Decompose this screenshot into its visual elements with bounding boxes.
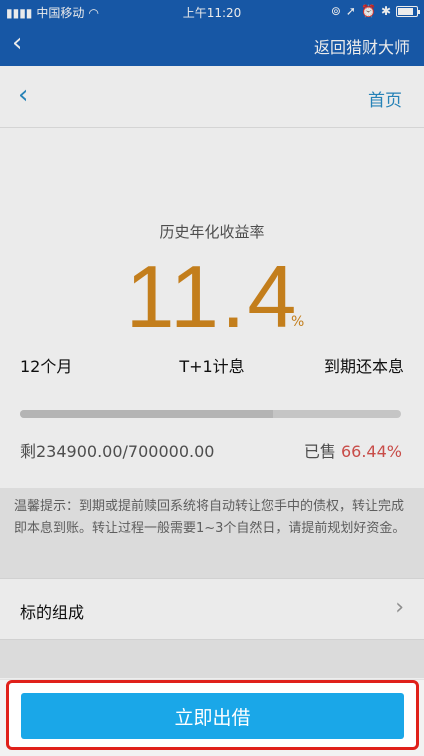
product-card: 历史年化收益率 11.4 % 12个月 T+1计息 到期还本息 剩234900.… — [0, 128, 424, 488]
rate-label: 历史年化收益率 — [159, 223, 265, 241]
sale-progress-bar — [20, 410, 401, 418]
rate-value: 11.4 — [125, 247, 299, 346]
home-link[interactable]: 首页 — [368, 86, 402, 111]
location-icon: ➚ — [345, 4, 356, 18]
repayment-method: 到期还本息 — [323, 357, 404, 376]
cta-highlight: 立即出借 — [6, 680, 419, 750]
section-gap — [0, 640, 424, 680]
sale-progress-fill — [20, 410, 274, 418]
warm-tip: 温馨提示：到期或提前赎回系统将自动转让您手中的债权，转让完成即本息到账。转让过程… — [0, 488, 424, 578]
sub-back-chevron-icon[interactable]: ‹ — [18, 80, 28, 110]
chevron-right-icon: › — [395, 595, 404, 620]
back-chevron-icon[interactable]: ‹ — [12, 28, 22, 58]
status-right: ⊚ ➚ ⏰ ✱ — [330, 4, 420, 18]
sold-label: 已售 — [303, 442, 336, 461]
return-link[interactable]: 返回猎财大师 — [314, 34, 410, 58]
terms-row: 12个月 T+1计息 到期还本息 — [20, 353, 404, 377]
composition-row[interactable]: 标的组成 › — [0, 578, 424, 640]
sold-status: 已售 66.44% — [304, 438, 402, 462]
orientation-lock-icon: ⊚ — [330, 4, 341, 18]
alarm-icon: ⏰ — [360, 4, 376, 18]
battery-icon — [396, 5, 420, 17]
bluetooth-icon: ✱ — [380, 4, 391, 18]
status-bar: ▮▮▮▮ 中国移动 ◠ 上午11:20 ⊚ ➚ ⏰ ✱ — [0, 0, 424, 22]
invest-now-button[interactable]: 立即出借 — [21, 693, 404, 739]
battery-fill — [398, 7, 413, 15]
app-bar: ‹ 返回猎财大师 — [0, 22, 424, 66]
sold-percent: 66.44% — [340, 442, 402, 461]
remaining-amount: 剩234900.00/700000.00 — [20, 442, 215, 461]
composition-label: 标的组成 — [20, 603, 85, 622]
rate-unit: % — [291, 314, 305, 330]
sub-nav: ‹ 首页 — [0, 66, 424, 128]
